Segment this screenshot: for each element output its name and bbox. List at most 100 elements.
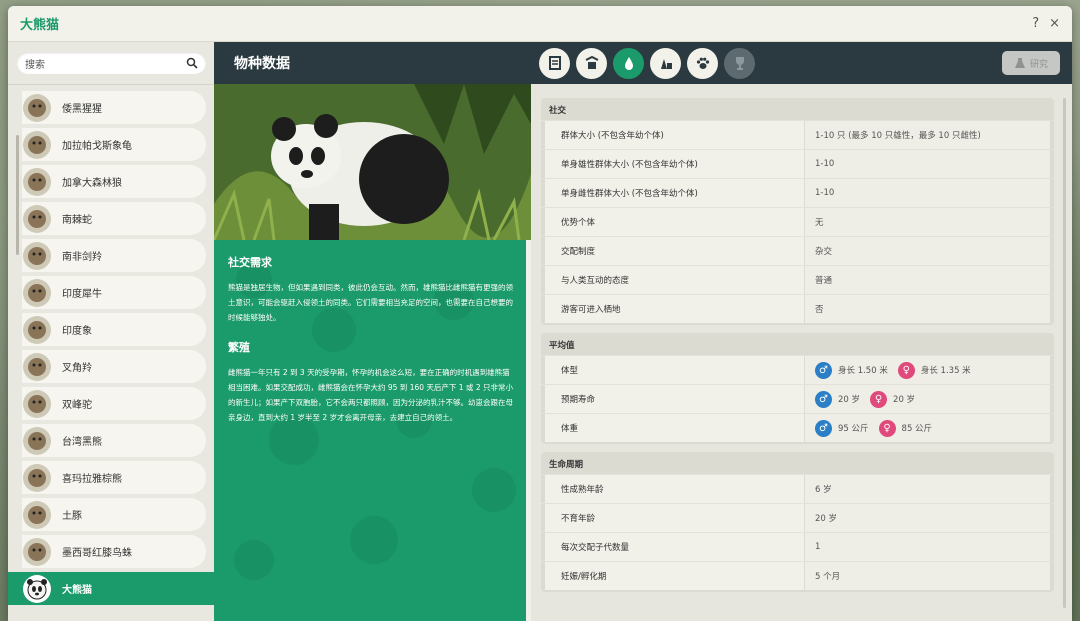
breeding-heading: 繁殖 (228, 341, 250, 354)
stat-value: 1-10 只 (最多 10 只雄性，最多 10 只雌性) (805, 121, 1050, 149)
stat-row: 游客可进入栖地否 (541, 294, 1054, 323)
species-name: 大熊猫 (62, 585, 92, 596)
social-needs-heading: 社交需求 (228, 256, 272, 269)
species-avatar (23, 205, 51, 233)
stat-label: 不育年龄 (545, 504, 804, 532)
help-button[interactable]: ? (1032, 16, 1039, 31)
stat-row: 妊娠/孵化期 5 个月 (541, 561, 1054, 590)
breeding-text: 雌熊猫一年只有 2 到 3 天的受孕期，怀孕的机会这么短，要在正确的时机遇到雄熊… (228, 368, 513, 422)
stat-label: 游客可进入栖地 (545, 295, 804, 323)
species-item[interactable]: 喜玛拉雅棕熊 (22, 461, 206, 494)
species-name: 喜玛拉雅棕熊 (62, 474, 122, 485)
species-avatar (23, 279, 51, 307)
lifecycle-section-title: 生命周期 (549, 460, 584, 470)
stat-values: ♂ 95 公斤 ♀ 85 公斤 (805, 414, 1050, 442)
stat-row: 群体大小 (不包含年幼个体) 1-10 只 (最多 10 只雄性，最多 10 只雌… (541, 120, 1054, 149)
species-item[interactable]: 墨西哥红膝鸟蛛 (22, 535, 206, 568)
species-item[interactable]: 叉角羚 (22, 350, 206, 383)
search-input[interactable]: 搜索 (25, 56, 186, 71)
species-item[interactable]: 大熊猫 (8, 572, 214, 605)
male-value: ♂ 95 公斤 (815, 419, 869, 437)
species-name: 倭黑猩猩 (62, 104, 102, 115)
stat-label: 妊娠/孵化期 (545, 562, 804, 590)
stat-value: 6 岁 (805, 475, 1050, 503)
male-icon: ♂ (815, 361, 832, 379)
stat-label: 交配制度 (545, 237, 804, 265)
female-value: ♀ 85 公斤 (878, 419, 932, 437)
stat-label: 体重 (545, 414, 804, 442)
species-avatar (23, 501, 51, 529)
species-name: 印度犀牛 (62, 289, 102, 300)
species-name: 土豚 (62, 511, 82, 522)
stat-value: 1 (805, 533, 1050, 561)
species-window: 大熊猫 ? × 搜索 倭黑猩猩加拉帕戈斯象龟 加拿大森林狼 南棘蛇南非剑羚印度犀牛印… (8, 6, 1072, 621)
species-item[interactable]: 台湾黑熊 (22, 424, 206, 457)
male-text: 20 岁 (838, 395, 861, 405)
species-name: 南棘蛇 (62, 215, 92, 226)
stat-row: 不育年龄 20 岁 (541, 503, 1054, 532)
species-avatar (23, 316, 51, 344)
stat-label: 预期寿命 (545, 385, 804, 413)
trophy-icon (735, 57, 744, 70)
tab-enrichment[interactable] (650, 47, 681, 79)
tab-habitat[interactable] (576, 47, 607, 79)
stat-row: 体重 ♂ 95 公斤 ♀ 85 公斤 (541, 413, 1054, 442)
male-text: 身长 1.50 米 (838, 366, 888, 376)
species-item[interactable]: 南非剑羚 (22, 239, 206, 272)
average-section: 平均值 体型 ♂ 身长 1.50 米 ♀ 身长 1.35 米预期寿命 ♂ 20 岁 ♀ 20 岁… (541, 333, 1054, 444)
close-button[interactable]: × (1049, 16, 1060, 31)
stat-label: 单身雄性群体大小 (不包含年幼个体) (545, 150, 804, 178)
stat-row: 单身雌性群体大小 (不包含年幼个体) 1-10 (541, 178, 1054, 207)
tab-info[interactable] (539, 47, 570, 79)
species-sidebar: 搜索 倭黑猩猩加拉帕戈斯象龟 加拿大森林狼 南棘蛇南非剑羚印度犀牛印度象叉角羚双峰驼… (8, 42, 214, 621)
tab-achievements[interactable] (724, 47, 755, 79)
female-icon: ♀ (870, 390, 888, 408)
stat-value: 20 岁 (805, 504, 1050, 532)
species-name: 加拿大森林狼 (62, 178, 122, 189)
species-avatar (23, 575, 51, 603)
female-text: 身长 1.35 米 (920, 366, 971, 376)
species-item[interactable]: 双峰驼 (22, 387, 206, 420)
search-icon[interactable] (186, 57, 198, 69)
titlebar: 大熊猫 ? × (8, 6, 1072, 42)
species-item[interactable]: 土豚 (22, 498, 206, 531)
research-button[interactable]: 研究 (1002, 51, 1060, 75)
tab-animals[interactable] (687, 47, 718, 79)
species-avatar (23, 353, 51, 381)
stat-label: 优势个体 (545, 208, 804, 236)
sidebar-scrollbar[interactable] (16, 135, 19, 255)
species-item[interactable]: 倭黑猩猩 (22, 91, 206, 124)
book-icon (548, 56, 561, 70)
species-item[interactable]: 加拿大森林狼 (22, 165, 206, 198)
species-name: 印度象 (62, 326, 92, 337)
species-avatar (23, 427, 51, 455)
search-box[interactable]: 搜索 (17, 52, 206, 74)
stat-row: 与人类互动的态度 普通 (541, 265, 1054, 294)
species-item[interactable]: 印度象 (22, 313, 206, 346)
habitat-icon (585, 55, 598, 69)
male-value: ♂ 20 岁 (815, 390, 861, 408)
stat-row: 交配制度 杂交 (541, 236, 1054, 265)
female-text: 20 岁 (893, 395, 916, 405)
species-name: 叉角羚 (62, 363, 92, 374)
stat-label: 性成熟年龄 (545, 475, 804, 503)
female-value: ♀ 20 岁 (870, 390, 916, 408)
average-section-title: 平均值 (549, 341, 575, 351)
species-name: 双峰驼 (62, 400, 92, 411)
species-name: 加拉帕戈斯象龟 (62, 141, 132, 152)
stat-values: ♂ 20 岁 ♀ 20 岁 (805, 385, 1050, 413)
species-name: 南非剑羚 (62, 252, 102, 263)
female-icon: ♀ (897, 361, 915, 379)
stat-row: 每次交配子代数量 1 (541, 532, 1054, 561)
stat-value: 否 (805, 295, 1050, 323)
social-section: 社交 群体大小 (不包含年幼个体) 1-10 只 (最多 10 只雄性，最多 10… (541, 98, 1054, 325)
male-icon: ♂ (815, 390, 832, 408)
stats-scrollbar[interactable] (1063, 98, 1066, 608)
species-item[interactable]: 加拉帕戈斯象龟 (22, 128, 206, 161)
species-item[interactable]: 印度犀牛 (22, 276, 206, 309)
species-item[interactable]: 南棘蛇 (22, 202, 206, 235)
species-avatar (23, 168, 51, 196)
tab-welfare[interactable] (613, 47, 644, 79)
enrichment-icon (660, 59, 672, 69)
stat-values: ♂ 身长 1.50 米 ♀ 身长 1.35 米 (805, 356, 1050, 384)
